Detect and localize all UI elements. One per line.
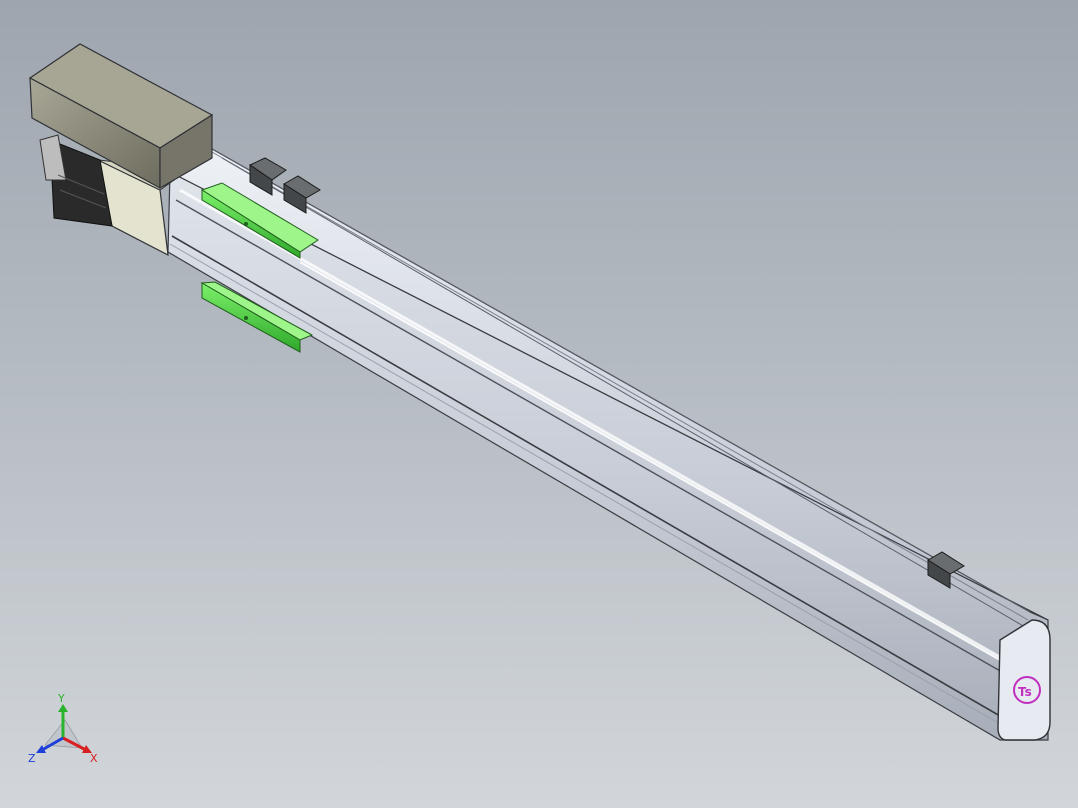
end-cap[interactable]: Ts: [997, 619, 1051, 741]
x-axis-label: X: [90, 752, 98, 765]
axis-triad: Y X Z: [28, 692, 98, 765]
y-axis-label: Y: [57, 692, 65, 705]
model-scene[interactable]: Ts: [0, 0, 1078, 808]
end-cap-logo: Ts: [1018, 685, 1032, 699]
z-axis-label: Z: [28, 752, 36, 765]
cad-viewport[interactable]: Ts Y X Z: [0, 0, 1078, 808]
